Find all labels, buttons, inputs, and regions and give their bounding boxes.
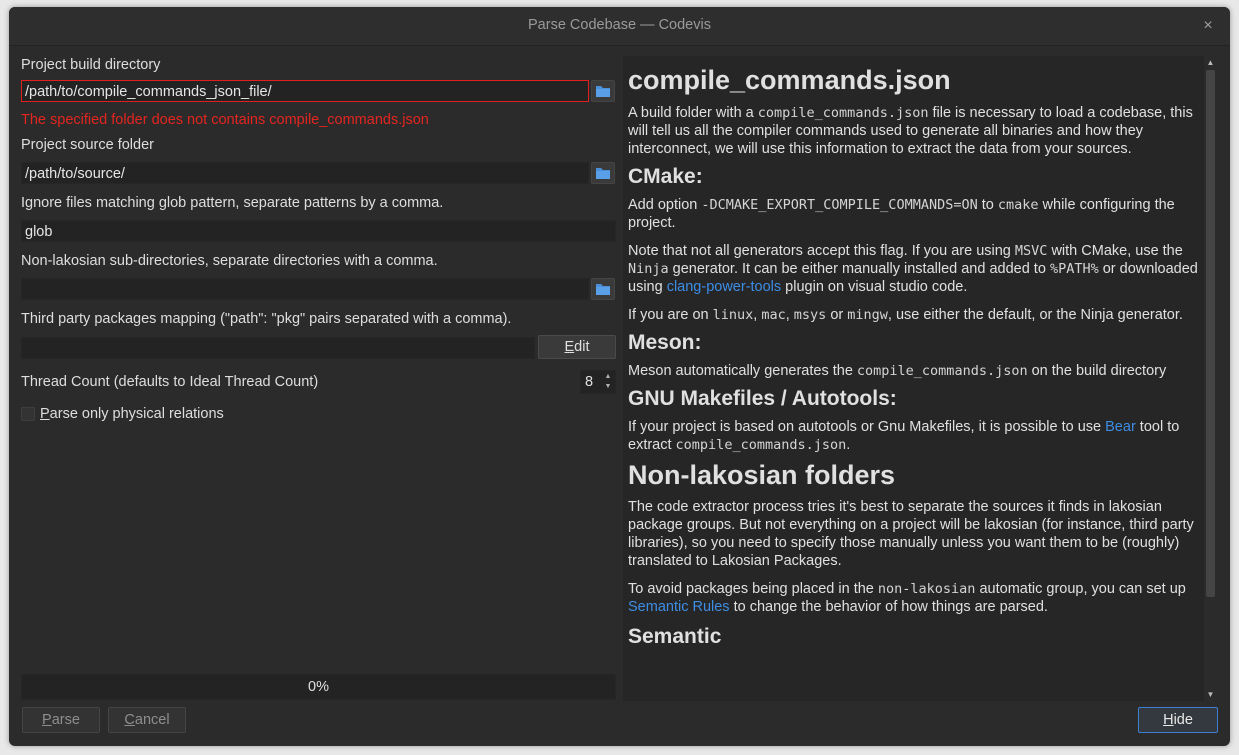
thread-count-spinbox[interactable]: 8 ▲ ▼	[580, 370, 616, 394]
nonlakos-input[interactable]	[21, 278, 589, 300]
thread-label: Thread Count (defaults to Ideal Thread C…	[21, 374, 319, 390]
hide-label: ide	[1173, 712, 1193, 728]
cancel-mnemonic: C	[124, 712, 135, 728]
cancel-label: ancel	[134, 712, 170, 728]
heading-compile-commands: compile_commands.json	[628, 65, 951, 95]
paragraph-meson: Meson automatically generates the compil…	[628, 363, 1167, 379]
physical-only-checkbox[interactable]	[21, 407, 35, 421]
progress-bar: 0%	[21, 674, 616, 700]
build-dir-input[interactable]: /path/to/compile_commands_json_file/	[21, 80, 589, 102]
edit-label: dit	[574, 339, 590, 355]
nonlakos-label: Non-lakosian sub-directories, separate d…	[21, 253, 438, 269]
heading-cut-off: Semantic	[628, 625, 722, 648]
folder-icon	[596, 86, 610, 97]
nonlakos-browse-button[interactable]	[591, 278, 615, 300]
paragraph-semantic-rules: To avoid packages being placed in the no…	[628, 581, 1186, 615]
ignore-label: Ignore files matching glob pattern, sepa…	[21, 195, 444, 211]
clang-power-tools-link[interactable]: clang-power-tools	[667, 279, 781, 295]
help-panel: compile_commands.json A build folder wit…	[623, 56, 1207, 701]
paragraph-compile-commands: A build folder with a compile_commands.j…	[628, 105, 1193, 157]
parse-button[interactable]: Parse	[22, 707, 100, 733]
thread-count-value: 8	[585, 374, 594, 390]
heading-non-lakosian: Non-lakosian folders	[628, 460, 896, 490]
build-dir-error: The specified folder does not contains c…	[21, 112, 429, 128]
paragraph-cmake: Add option -DCMAKE_EXPORT_COMPILE_COMMAN…	[628, 197, 1175, 231]
semantic-rules-link[interactable]: Semantic Rules	[628, 599, 730, 615]
paragraph-msvc: Note that not all generators accept this…	[628, 243, 1198, 295]
window-title: Parse Codebase — Codevis	[528, 17, 711, 33]
source-label: Project source folder	[21, 137, 154, 153]
spin-up-icon[interactable]: ▲	[602, 372, 614, 382]
edit-mnemonic: E	[564, 339, 575, 355]
scrollbar-thumb[interactable]	[1206, 70, 1215, 597]
ignore-input[interactable]: glob	[21, 220, 616, 242]
folder-icon	[596, 284, 610, 295]
paragraph-gnu-makefiles: If your project is based on autotools or…	[628, 419, 1180, 453]
help-scrollbar[interactable]: ▲ ▼	[1204, 56, 1217, 701]
scroll-down-icon[interactable]: ▼	[1204, 688, 1217, 701]
parse-label: arse	[51, 712, 80, 728]
scroll-up-icon[interactable]: ▲	[1204, 56, 1217, 69]
heading-meson: Meson:	[628, 331, 702, 354]
hide-mnemonic: H	[1163, 712, 1174, 728]
physical-only-label[interactable]: Parse only physical relations	[40, 406, 224, 422]
physical-label-text: arse only physical relations	[49, 406, 224, 422]
parse-codebase-dialog: Parse Codebase — Codevis × Project build…	[9, 7, 1230, 746]
thirdparty-input[interactable]	[21, 337, 535, 359]
cancel-button[interactable]: Cancel	[108, 707, 186, 733]
build-dir-label: Project build directory	[21, 57, 161, 73]
folder-icon	[596, 168, 610, 179]
bear-link[interactable]: Bear	[1105, 419, 1136, 435]
paragraph-non-lakosian: The code extractor process tries it's be…	[628, 499, 1194, 569]
heading-cmake: CMake:	[628, 165, 703, 188]
hide-button[interactable]: Hide	[1138, 707, 1218, 733]
close-icon[interactable]: ×	[1198, 16, 1218, 36]
physical-mnemonic: P	[40, 406, 50, 422]
thirdparty-label: Third party packages mapping ("path": "p…	[21, 311, 512, 327]
source-browse-button[interactable]	[591, 162, 615, 184]
source-input[interactable]: /path/to/source/	[21, 162, 589, 184]
edit-button[interactable]: Edit	[538, 335, 616, 359]
heading-gnu-makefiles: GNU Makefiles / Autotools:	[628, 387, 897, 410]
spin-down-icon[interactable]: ▼	[602, 382, 614, 392]
title-bar: Parse Codebase — Codevis ×	[9, 7, 1230, 46]
parse-mnemonic: P	[42, 712, 52, 728]
paragraph-platforms: If you are on linux, mac, msys or mingw,…	[628, 307, 1183, 323]
build-dir-browse-button[interactable]	[591, 80, 615, 102]
